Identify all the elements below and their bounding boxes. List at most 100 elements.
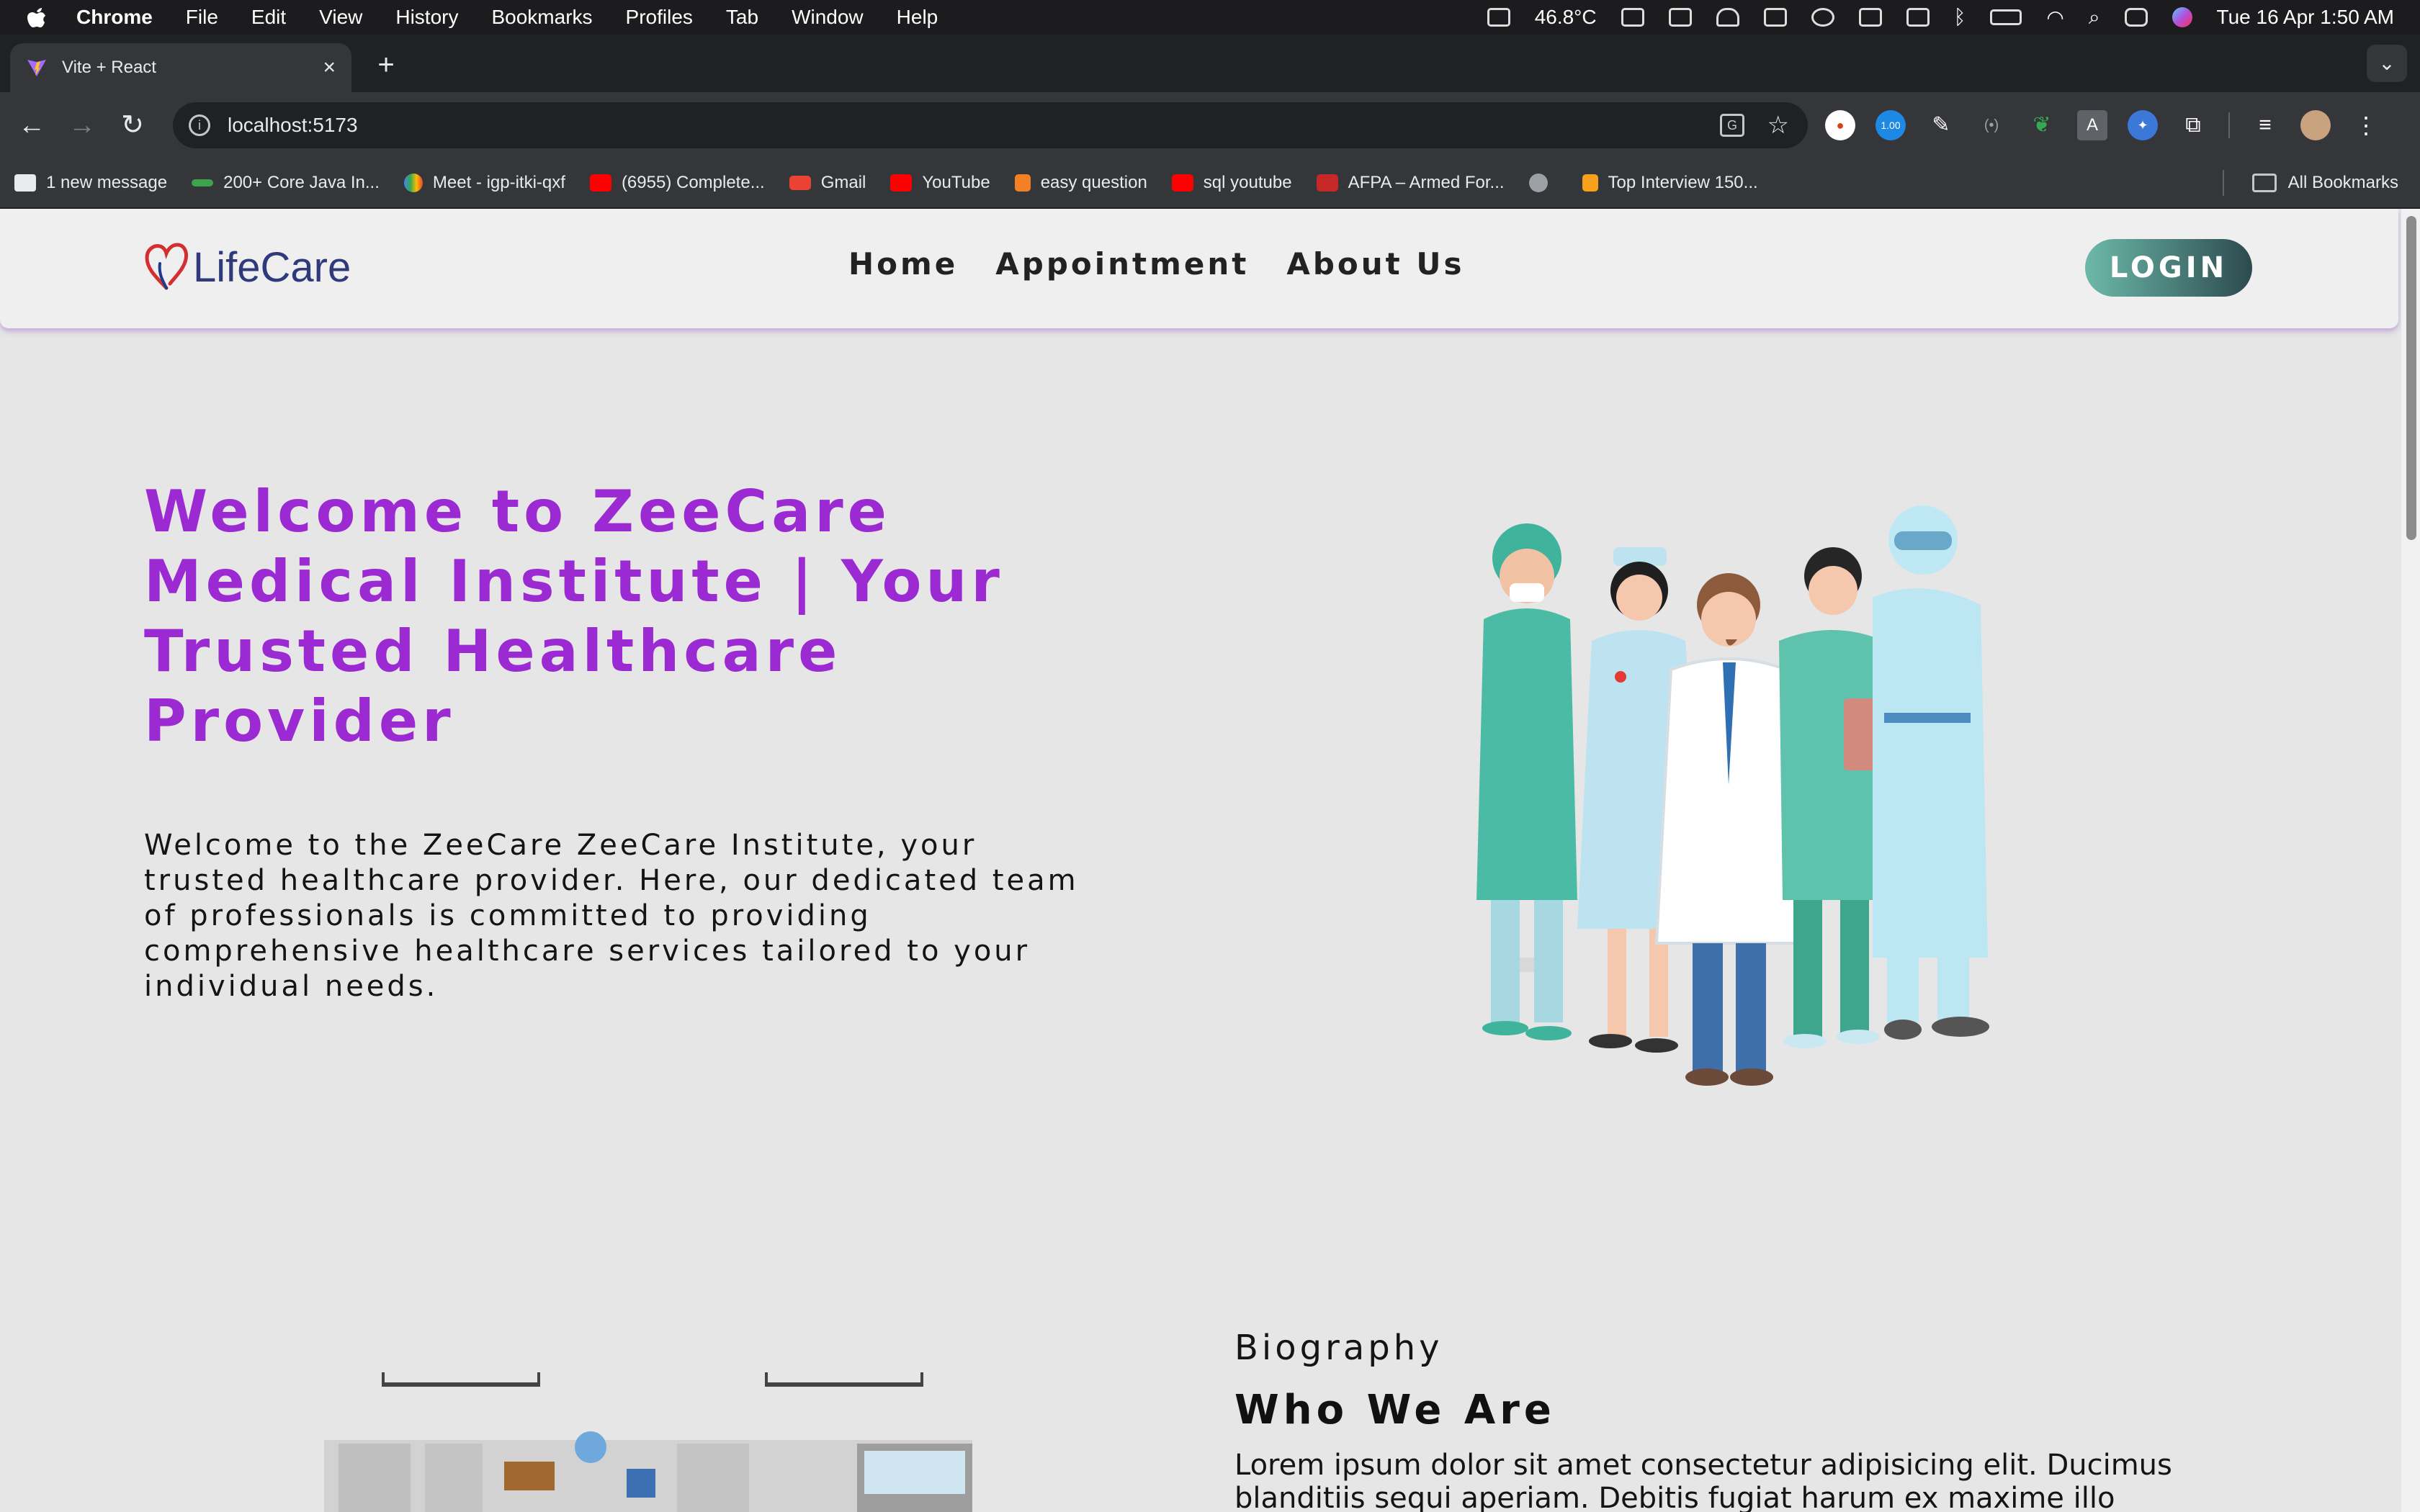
stack-icon: [1014, 174, 1031, 192]
browser-toolbar: ← → ↻ i localhost:5173 G ☆ ● 1.00 ✎ (•) …: [0, 92, 2420, 158]
url-text[interactable]: localhost:5173: [228, 114, 358, 137]
gmail-icon: [789, 176, 811, 190]
input-source-icon[interactable]: [1906, 8, 1930, 27]
spotlight-search-icon[interactable]: ⌕: [2089, 6, 2100, 30]
nav-about-us[interactable]: About Us: [1286, 246, 1464, 282]
extension-speed-icon[interactable]: 1.00: [1876, 110, 1906, 140]
page-viewport: LifeCare Home Appointment About Us LOGIN…: [0, 209, 2420, 1512]
eyedropper-icon[interactable]: ✎: [1926, 110, 1956, 140]
browser-tab-strip: Vite + React × + ⌄: [0, 35, 2420, 92]
menu-tab[interactable]: Tab: [726, 6, 758, 29]
afpa-icon: [1316, 174, 1338, 192]
globe-icon: [1528, 174, 1548, 192]
biography-label: Biography: [1234, 1328, 1443, 1368]
extensions-puzzle-icon[interactable]: ⧉: [2178, 110, 2208, 140]
bookmark-item[interactable]: 200+ Core Java In...: [192, 173, 380, 193]
bluetooth-icon[interactable]: ᛒ: [1954, 6, 1966, 29]
extension-a-icon[interactable]: A: [2077, 110, 2107, 140]
bookmark-item[interactable]: Top Interview 150...: [1582, 173, 1758, 193]
chrome-menu-icon[interactable]: ⋮: [2351, 110, 2381, 140]
bookmarks-bar: 1 new message 200+ Core Java In... Meet …: [0, 158, 2420, 209]
bookmark-item[interactable]: 1 new message: [14, 173, 167, 193]
macos-menu-bar: Chrome File Edit View History Bookmarks …: [0, 0, 2420, 35]
headphones-icon[interactable]: [1716, 8, 1739, 27]
reading-list-icon[interactable]: ≡: [2250, 110, 2280, 140]
bookmark-item[interactable]: AFPA – Armed For...: [1316, 173, 1505, 193]
bookmark-item[interactable]: [1528, 174, 1558, 192]
apple-icon[interactable]: [26, 5, 48, 30]
forward-button[interactable]: →: [63, 107, 101, 144]
windows-icon[interactable]: [1858, 8, 1882, 27]
scrollbar-thumb[interactable]: [2406, 216, 2416, 540]
site-navbar: LifeCare Home Appointment About Us LOGIN: [0, 209, 2398, 328]
nav-home[interactable]: Home: [848, 246, 958, 282]
menu-clock[interactable]: Tue 16 Apr 1:50 AM: [2217, 6, 2394, 29]
bookmark-star-icon[interactable]: ☆: [1767, 111, 1789, 140]
all-bookmarks-button[interactable]: All Bookmarks: [2251, 158, 2398, 207]
tab-search-dropdown[interactable]: ⌄: [2367, 45, 2407, 82]
meet-icon: [403, 174, 423, 192]
tab-title: Vite + React: [62, 58, 156, 77]
nav-appointment[interactable]: Appointment: [995, 246, 1249, 282]
bookmark-item[interactable]: YouTube: [890, 173, 990, 193]
temperature-readout[interactable]: 46.8°C: [1535, 6, 1597, 29]
bookmark-item[interactable]: sql youtube: [1171, 173, 1292, 193]
site-info-icon[interactable]: i: [189, 114, 210, 136]
extension-globe-icon[interactable]: ✦: [2128, 110, 2158, 140]
browser-tab[interactable]: Vite + React ×: [10, 43, 351, 92]
menu-history[interactable]: History: [395, 6, 458, 29]
wifi-icon[interactable]: ◠: [2046, 6, 2063, 30]
youtube-icon: [890, 174, 913, 192]
toolbar-divider: [2228, 112, 2230, 138]
login-button[interactable]: LOGIN: [2085, 239, 2252, 297]
site-logo[interactable]: LifeCare: [144, 242, 351, 292]
menu-bookmarks[interactable]: Bookmarks: [491, 6, 592, 29]
biography-title: Who We Are: [1234, 1387, 1556, 1434]
vite-favicon-icon: [27, 60, 46, 76]
play-icon[interactable]: [1811, 8, 1834, 27]
display-icon[interactable]: [1621, 8, 1644, 27]
menu-profiles[interactable]: Profiles: [626, 6, 693, 29]
menu-help[interactable]: Help: [897, 6, 938, 29]
bookmark-item[interactable]: easy question: [1014, 173, 1147, 193]
wordpress-icon: [14, 174, 36, 192]
logo-text: LifeCare: [193, 243, 351, 291]
leetcode-icon: [1582, 174, 1598, 192]
extensions-area: ● 1.00 ✎ (•) ❦ A ✦ ⧉ ≡ ⋮: [1825, 92, 2381, 158]
biography-text: Lorem ipsum dolor sit amet consectetur a…: [1234, 1449, 2172, 1512]
profile-avatar[interactable]: [2300, 110, 2331, 140]
main-nav: Home Appointment About Us: [848, 246, 1465, 282]
extension-code-icon[interactable]: (•): [1976, 110, 2007, 140]
tab-close-icon[interactable]: ×: [323, 55, 336, 80]
bookmarks-divider: [2223, 170, 2224, 196]
bookmark-item[interactable]: (6955) Complete...: [589, 173, 765, 193]
back-button[interactable]: ←: [13, 107, 50, 144]
heart-logo-icon: [145, 243, 188, 290]
reload-button[interactable]: ↻: [114, 107, 151, 144]
hero-title: Welcome to ZeeCare Medical Institute | Y…: [144, 478, 1004, 755]
extension-leaf-icon[interactable]: ❦: [2027, 110, 2057, 140]
page-scrollbar[interactable]: [2401, 209, 2420, 1512]
stage-manager-icon[interactable]: [1668, 8, 1692, 27]
address-bar[interactable]: i localhost:5173 G ☆: [173, 102, 1808, 148]
menu-window[interactable]: Window: [792, 6, 864, 29]
bookmark-item[interactable]: Gmail: [789, 173, 866, 193]
bookmark-item[interactable]: Meet - igp-itki-qxf: [403, 173, 565, 193]
siri-icon[interactable]: [2172, 7, 2192, 27]
menu-file[interactable]: File: [186, 6, 218, 29]
menu-view[interactable]: View: [319, 6, 362, 29]
link-icon: [192, 179, 214, 186]
menu-app-name[interactable]: Chrome: [76, 6, 153, 29]
hero-description: Welcome to the ZeeCare ZeeCare Institute…: [144, 829, 1079, 1003]
menu-edit[interactable]: Edit: [251, 6, 286, 29]
control-center-icon[interactable]: [2124, 8, 2148, 27]
medical-team-illustration: [1476, 505, 1989, 1086]
folder-icon: [2251, 174, 2277, 192]
battery-icon[interactable]: [1990, 9, 2022, 25]
extension-avocado-icon[interactable]: ●: [1825, 110, 1855, 140]
network-activity-icon[interactable]: [1763, 8, 1787, 27]
youtube-icon: [1171, 174, 1193, 192]
new-tab-button[interactable]: +: [369, 48, 403, 82]
notion-icon[interactable]: [1487, 8, 1510, 27]
translate-icon[interactable]: G: [1720, 114, 1744, 137]
